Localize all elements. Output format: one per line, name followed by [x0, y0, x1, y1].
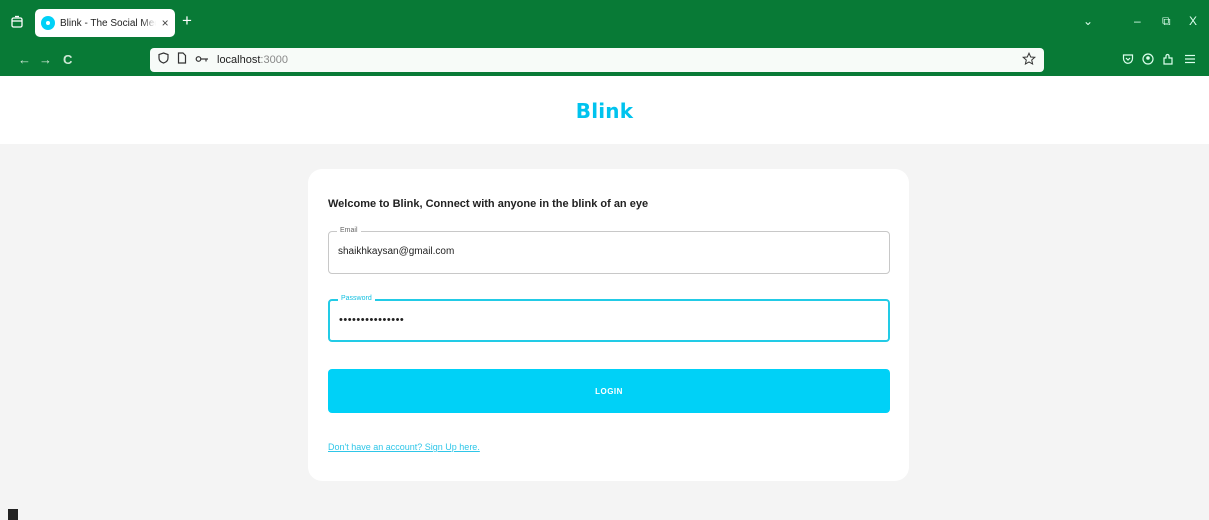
tab-title: Blink - The Social Media Platform [60, 17, 156, 29]
browser-tab-blink[interactable]: Blink - The Social Media Platform × [35, 9, 175, 37]
site-header: Blink [0, 76, 1209, 144]
account-icon[interactable] [1141, 52, 1155, 66]
blink-favicon-icon [41, 16, 55, 30]
url-port: :3000 [260, 54, 288, 66]
restore-button[interactable]: ⧉ [1162, 13, 1171, 29]
tab-bar: Blink - The Social Media Platform × + ⌄ … [0, 0, 1209, 44]
reload-button[interactable]: C [63, 52, 72, 68]
welcome-heading: Welcome to Blink, Connect with anyone in… [328, 198, 649, 210]
password-field[interactable]: Password ••••••••••••••• [328, 294, 890, 342]
email-field[interactable]: Email shaikhkaysan@gmail.com [328, 226, 890, 274]
url-host: localhost [217, 54, 261, 66]
key-icon[interactable] [195, 51, 209, 69]
extensions-icon[interactable] [1161, 52, 1175, 66]
back-button[interactable]: ← [18, 52, 31, 68]
email-label: Email [337, 226, 361, 236]
bookmark-star-icon[interactable] [1021, 51, 1037, 71]
page-info-icon[interactable] [177, 51, 187, 69]
list-all-tabs-icon[interactable]: ⌄ [1083, 13, 1093, 29]
login-button[interactable]: LOGIN [328, 369, 890, 413]
signup-link[interactable]: Don't have an account? Sign Up here. [328, 442, 480, 452]
password-input-value[interactable]: ••••••••••••••• [339, 314, 404, 326]
new-tab-button[interactable]: + [182, 12, 192, 30]
url-bar[interactable]: localhost:3000 [150, 48, 1044, 72]
url-text[interactable]: localhost:3000 [217, 54, 288, 66]
taskbar-app-icon[interactable] [8, 509, 18, 520]
tab-history-icon[interactable] [8, 13, 26, 31]
close-window-button[interactable]: X [1189, 13, 1197, 29]
password-label: Password [338, 294, 375, 304]
minimize-button[interactable]: – [1134, 13, 1141, 29]
pocket-icon[interactable] [1121, 52, 1135, 66]
forward-button[interactable]: → [39, 52, 52, 68]
menu-icon[interactable] [1183, 52, 1197, 66]
shield-icon[interactable] [158, 51, 169, 69]
brand-logo-text[interactable]: Blink [0, 99, 1209, 123]
login-card: Welcome to Blink, Connect with anyone in… [308, 169, 909, 481]
tab-close-icon[interactable]: × [161, 17, 169, 29]
navigation-toolbar: ← → C localhost:3000 [0, 44, 1209, 76]
email-input-value[interactable]: shaikhkaysan@gmail.com [338, 246, 454, 257]
